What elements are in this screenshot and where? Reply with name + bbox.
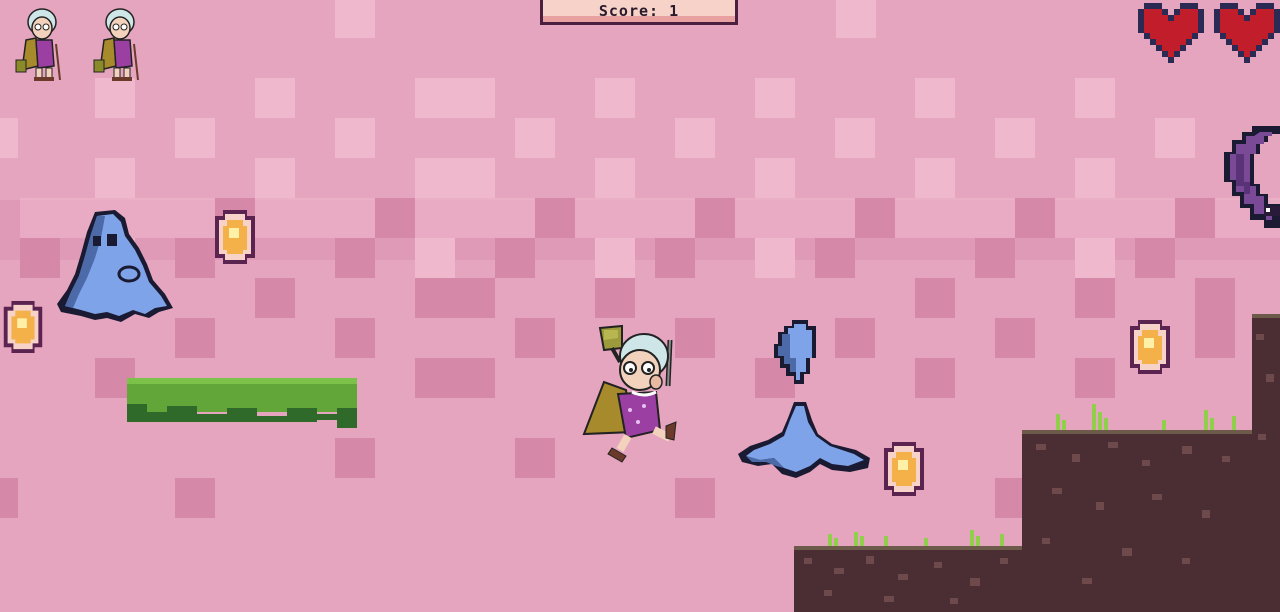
score-text: Score: 1 xyxy=(598,2,680,20)
blue-splash-creature xyxy=(738,402,870,478)
blue-drop-creature xyxy=(774,320,816,384)
coin xyxy=(215,210,255,264)
blue-blob-ghost xyxy=(57,210,173,322)
heart-icon xyxy=(1138,3,1204,63)
coin xyxy=(3,301,43,353)
grass-floating-platform xyxy=(127,378,357,428)
score-display: Score: 1 xyxy=(540,0,738,25)
grandma-life-icon xyxy=(15,8,61,81)
grandma-life-icon xyxy=(93,8,139,81)
dirt-ground-low xyxy=(794,530,1034,612)
purple-crescent-enemy xyxy=(1224,126,1280,228)
dirt-pillar-right xyxy=(1252,314,1280,612)
coin xyxy=(1130,320,1170,374)
grandma-player[interactable] xyxy=(578,322,684,466)
dirt-ground-mid xyxy=(1022,404,1262,612)
coin xyxy=(884,442,924,496)
heart-icon xyxy=(1214,3,1280,63)
game-stage[interactable]: Score: 1 xyxy=(0,0,1280,612)
